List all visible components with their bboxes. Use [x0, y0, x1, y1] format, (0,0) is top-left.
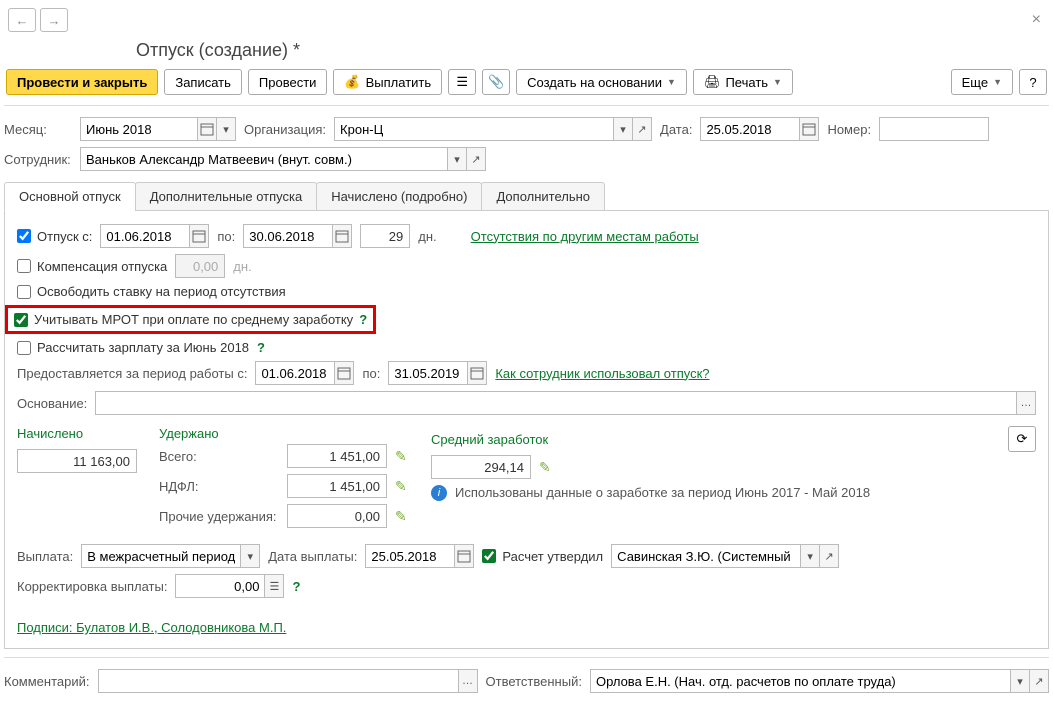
- correction-input[interactable]: [175, 574, 265, 598]
- spinner-icon[interactable]: ▾: [216, 117, 236, 141]
- compensation-checkbox[interactable]: Компенсация отпуска: [17, 259, 167, 274]
- more-button[interactable]: Еще ▼: [951, 69, 1013, 95]
- how-used-link[interactable]: Как сотрудник использовал отпуск?: [495, 366, 709, 381]
- pencil-icon[interactable]: ✎: [395, 478, 407, 495]
- pencil-icon[interactable]: ✎: [539, 459, 551, 476]
- chevron-down-icon: ▼: [667, 77, 676, 87]
- chevron-down-icon: ▼: [993, 77, 1002, 87]
- pencil-icon[interactable]: ✎: [395, 448, 407, 465]
- dropdown-icon[interactable]: ▾: [1010, 669, 1030, 693]
- period-to-input[interactable]: [388, 361, 468, 385]
- approved-checkbox[interactable]: Расчет утвердил: [482, 549, 603, 564]
- recalc-salary-checkbox[interactable]: Рассчитать зарплату за Июнь 2018: [17, 340, 249, 355]
- nav-forward-button[interactable]: →: [40, 8, 68, 32]
- calendar-icon[interactable]: [799, 117, 819, 141]
- calendar-icon[interactable]: [467, 361, 487, 385]
- withheld-header: Удержано: [159, 426, 419, 441]
- nav-back-button[interactable]: ←: [8, 8, 36, 32]
- accrued-value: 11 163,00: [17, 449, 137, 473]
- tab-additional-vacations[interactable]: Дополнительные отпуска: [135, 182, 318, 211]
- vacation-from-input[interactable]: [100, 224, 190, 248]
- create-based-on-button[interactable]: Создать на основании ▼: [516, 69, 687, 95]
- employee-label: Сотрудник:: [4, 152, 72, 167]
- month-input[interactable]: [80, 117, 198, 141]
- period-from-input[interactable]: [255, 361, 335, 385]
- avg-earnings-header: Средний заработок: [431, 432, 548, 447]
- open-icon[interactable]: ↗: [1029, 669, 1049, 693]
- post-and-close-button[interactable]: Провести и закрыть: [6, 69, 158, 95]
- month-label: Месяц:: [4, 122, 72, 137]
- help-button[interactable]: ?: [1019, 69, 1047, 95]
- payout-date-input[interactable]: [365, 544, 455, 568]
- list-icon-button[interactable]: ☰: [448, 69, 476, 95]
- accrued-header: Начислено: [17, 426, 147, 441]
- save-button[interactable]: Записать: [164, 69, 242, 95]
- clip-icon: 📎: [488, 74, 504, 90]
- calendar-icon[interactable]: [454, 544, 474, 568]
- calendar-icon[interactable]: [189, 224, 209, 248]
- refresh-icon: ⟳: [1017, 431, 1028, 447]
- ellipsis-icon[interactable]: …: [458, 669, 478, 693]
- compensation-value: 0,00: [175, 254, 225, 278]
- pay-button[interactable]: 💰 Выплатить: [333, 69, 442, 95]
- release-rate-checkbox[interactable]: Освободить ставку на период отсутствия: [17, 284, 286, 299]
- employee-input[interactable]: [80, 147, 448, 171]
- mrot-checkbox[interactable]: Учитывать МРОТ при оплате по среднему за…: [14, 312, 353, 327]
- calendar-icon[interactable]: [332, 224, 352, 248]
- open-icon[interactable]: ↗: [632, 117, 652, 141]
- attach-button[interactable]: 📎: [482, 69, 510, 95]
- reason-input[interactable]: [95, 391, 1017, 415]
- date-input[interactable]: [700, 117, 800, 141]
- calendar-icon[interactable]: [334, 361, 354, 385]
- ellipsis-icon[interactable]: …: [1016, 391, 1036, 415]
- info-icon: i: [431, 485, 447, 501]
- vacation-checkbox[interactable]: Отпуск с:: [17, 229, 92, 244]
- tab-main-vacation[interactable]: Основной отпуск: [4, 182, 136, 211]
- page-title: Отпуск (создание) *: [4, 40, 1049, 67]
- org-label: Организация:: [244, 122, 326, 137]
- date-label: Дата:: [660, 122, 692, 137]
- dropdown-icon[interactable]: ▾: [447, 147, 467, 171]
- tab-accrued-details[interactable]: Начислено (подробно): [316, 182, 482, 211]
- dropdown-icon[interactable]: ▾: [613, 117, 633, 141]
- comment-input[interactable]: [98, 669, 459, 693]
- help-icon[interactable]: ?: [359, 312, 367, 327]
- signatures-link[interactable]: Подписи: Булатов И.В., Солодовникова М.П…: [17, 620, 286, 635]
- refresh-button[interactable]: ⟳: [1008, 426, 1036, 452]
- absences-link[interactable]: Отсутствия по другим местам работы: [471, 229, 699, 244]
- post-button[interactable]: Провести: [248, 69, 328, 95]
- vacation-to-input[interactable]: [243, 224, 333, 248]
- payout-period-input[interactable]: [81, 544, 241, 568]
- printer-icon: 🖨: [704, 74, 721, 90]
- calendar-icon[interactable]: [197, 117, 217, 141]
- help-icon[interactable]: ?: [292, 579, 300, 594]
- number-label: Номер:: [827, 122, 871, 137]
- chevron-down-icon: ▼: [773, 77, 782, 87]
- dropdown-icon[interactable]: ▾: [240, 544, 260, 568]
- money-icon: 💰: [344, 74, 360, 90]
- tab-additional[interactable]: Дополнительно: [481, 182, 605, 211]
- avg-earnings-value: 294,14: [431, 455, 531, 479]
- responsible-input[interactable]: [590, 669, 1011, 693]
- days-value: 29: [360, 224, 410, 248]
- open-icon[interactable]: ↗: [466, 147, 486, 171]
- help-icon[interactable]: ?: [257, 340, 265, 355]
- close-icon[interactable]: ×: [1028, 11, 1045, 29]
- calc-icon[interactable]: ☰: [264, 574, 284, 598]
- dropdown-icon[interactable]: ▾: [800, 544, 820, 568]
- approver-input[interactable]: [611, 544, 801, 568]
- info-text: Использованы данные о заработке за перио…: [455, 485, 870, 502]
- number-input[interactable]: [879, 117, 989, 141]
- org-input[interactable]: [334, 117, 614, 141]
- open-icon[interactable]: ↗: [819, 544, 839, 568]
- list-icon: ☰: [456, 74, 468, 90]
- print-button[interactable]: 🖨 Печать ▼: [693, 69, 793, 95]
- pencil-icon[interactable]: ✎: [395, 508, 407, 525]
